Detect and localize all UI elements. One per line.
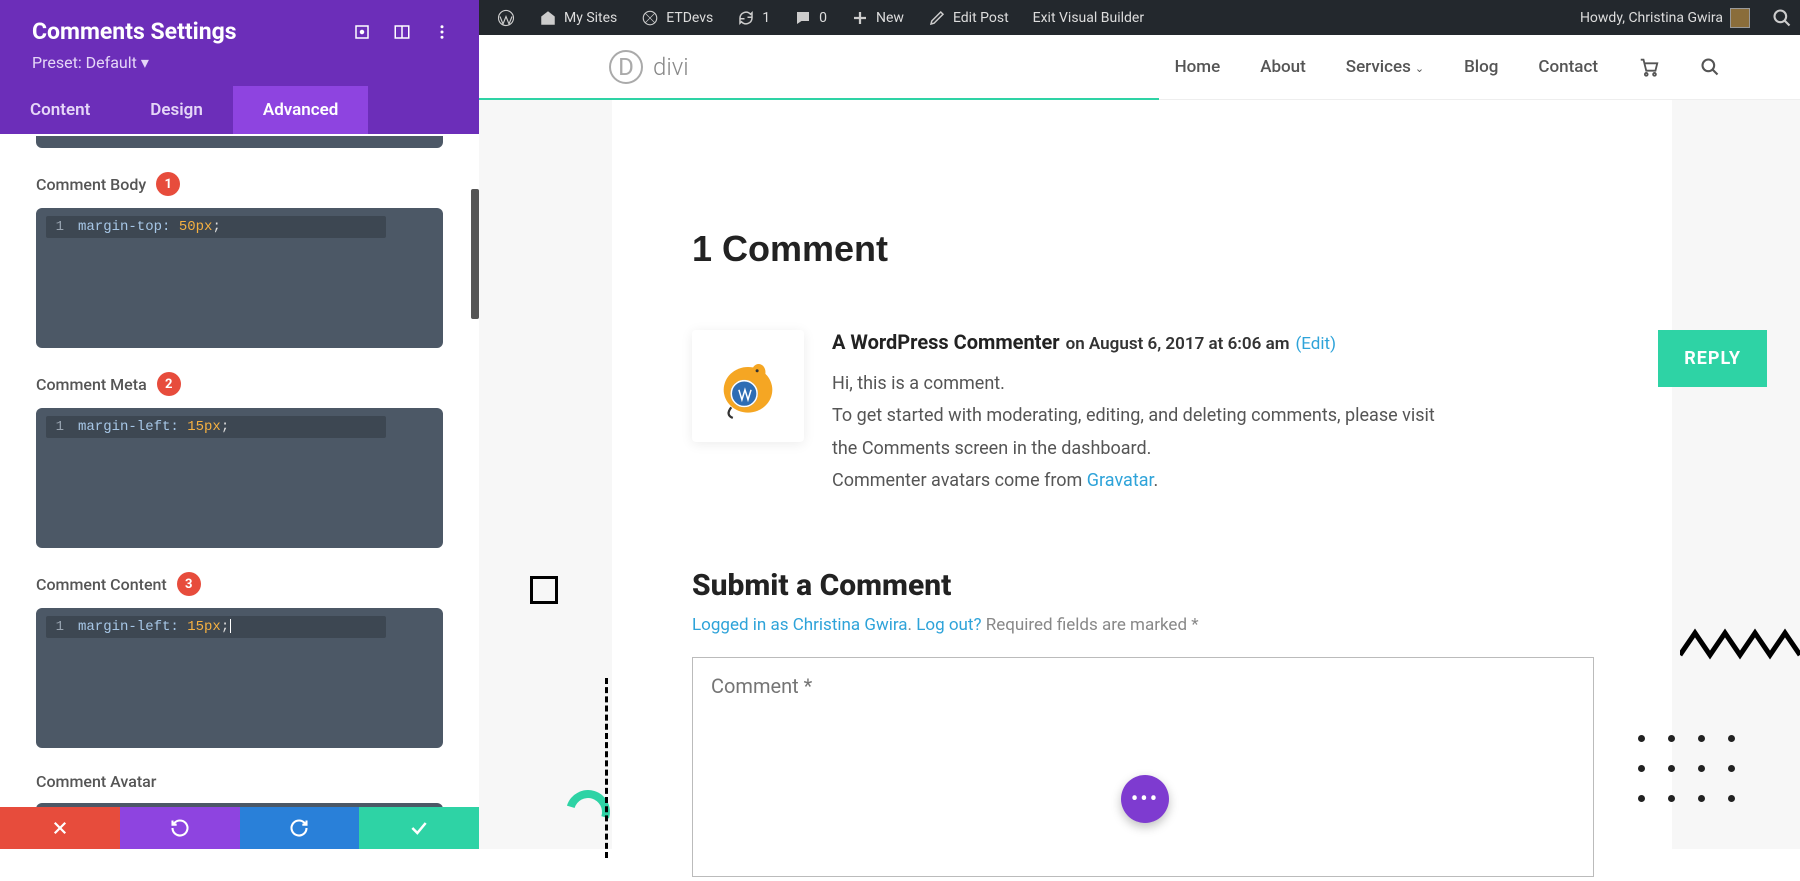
commenter-avatar [692,330,804,442]
section-label-avatar: Comment Avatar [36,772,443,791]
css-editor-content[interactable]: 1margin-left: 15px; [36,608,443,748]
edit-post-link[interactable]: Edit Post [918,9,1019,27]
step-badge-3: 3 [177,572,201,596]
tab-design[interactable]: Design [120,86,233,134]
logo-icon: D [609,50,643,84]
scrollbar-thumb[interactable] [471,189,479,319]
save-button[interactable] [359,807,479,849]
css-editor-body[interactable]: 1margin-top: 50px; [36,208,443,348]
step-badge-1: 1 [156,172,180,196]
site-logo[interactable]: D divi [609,50,689,84]
panel-title: Comments Settings [32,18,237,45]
comment-item: A WordPress Commenter on August 6, 2017 … [692,330,1672,498]
comments-title: 1 Comment [692,228,1672,270]
login-status: Logged in as Christina Gwira. Log out? R… [692,615,1672,635]
decoration-dashed-line [605,678,608,858]
nav-blog[interactable]: Blog [1464,57,1498,77]
site-header: D divi Home About Services⌄ Blog Contact [479,35,1800,100]
new-link[interactable]: New [841,9,914,27]
divi-fab-button[interactable]: ••• [1121,775,1169,823]
comment-form: Submit a Comment Logged in as Christina … [692,568,1672,881]
section-label-content: Comment Content 3 [36,572,443,596]
collapsed-section[interactable] [36,136,443,148]
expand-icon[interactable] [353,23,371,41]
panel-header: Comments Settings Preset: Default ▾ Cont… [0,0,479,134]
updates-link[interactable]: 1 [727,9,780,27]
comment-meta: A WordPress Commenter on August 6, 2017 … [832,330,1672,354]
comment-date: on August 6, 2017 at 6:06 am [1066,334,1290,354]
nav-about[interactable]: About [1260,57,1306,77]
section-label-meta: Comment Meta 2 [36,372,443,396]
nav-contact[interactable]: Contact [1538,57,1598,77]
panel-action-bar [0,807,479,849]
redo-button[interactable] [240,807,360,849]
step-badge-2: 2 [157,372,181,396]
columns-icon[interactable] [393,23,411,41]
wapuu-icon [710,348,786,424]
settings-panel: Comments Settings Preset: Default ▾ Cont… [0,0,479,849]
nav-home[interactable]: Home [1175,57,1221,77]
form-title: Submit a Comment [692,568,1672,603]
primary-nav: Home About Services⌄ Blog Contact [1175,56,1720,78]
comment-content: Hi, this is a comment. To get started wi… [832,368,1452,498]
wp-admin-bar: My Sites ETDevs 1 0 New Edit Post Exit V… [479,0,1800,35]
howdy-user[interactable]: Howdy, Christina Gwira [1570,8,1760,28]
comments-link[interactable]: 0 [784,9,837,27]
site-link[interactable]: ETDevs [631,9,723,27]
undo-button[interactable] [120,807,240,849]
exit-builder-link[interactable]: Exit Visual Builder [1023,10,1154,26]
decoration-square [530,576,558,604]
settings-tabs: Content Design Advanced [0,86,479,134]
logout-link[interactable]: Log out? [916,615,981,635]
preset-selector[interactable]: Preset: Default ▾ [0,49,479,86]
cart-icon[interactable] [1638,56,1660,78]
comment-textarea[interactable] [692,657,1594,877]
edit-comment-link[interactable]: (Edit) [1295,334,1336,354]
cancel-button[interactable] [0,807,120,849]
gravatar-link[interactable]: Gravatar [1087,470,1154,491]
chevron-down-icon: ⌄ [1415,62,1424,75]
page-canvas: 1 Comment A WordPress Commenter on Augus… [479,100,1800,849]
nav-services[interactable]: Services⌄ [1346,57,1424,77]
section-label-body: Comment Body 1 [36,172,443,196]
panel-body: Comment Body 1 1margin-top: 50px; Commen… [0,134,479,849]
page-content: 1 Comment A WordPress Commenter on Augus… [612,100,1672,849]
tab-content[interactable]: Content [0,86,120,134]
logged-in-link[interactable]: Logged in as Christina Gwira [692,615,908,635]
reply-button[interactable]: REPLY [1658,330,1767,387]
kebab-icon[interactable] [433,23,451,41]
chevron-down-icon: ▾ [141,53,149,72]
tab-advanced[interactable]: Advanced [233,86,369,134]
decoration-dots [1638,735,1758,825]
comment-author: A WordPress Commenter [832,330,1060,354]
search-icon[interactable] [1700,57,1720,77]
css-editor-meta[interactable]: 1margin-left: 15px; [36,408,443,548]
decoration-zigzag [1680,625,1800,665]
my-sites-link[interactable]: My Sites [529,9,627,27]
user-avatar-icon [1730,8,1750,28]
admin-search-icon[interactable] [1772,8,1792,28]
wp-logo[interactable] [487,9,525,27]
